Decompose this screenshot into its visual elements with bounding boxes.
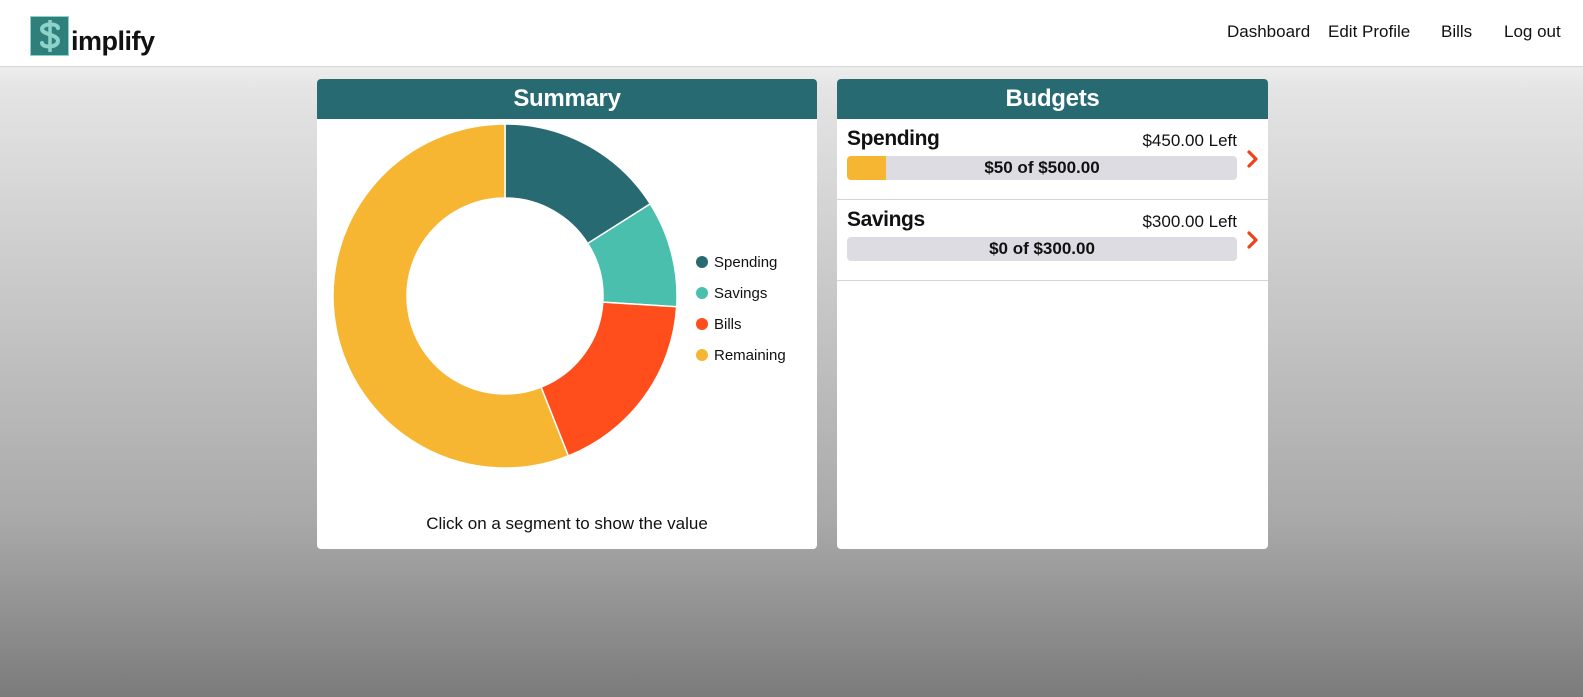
summary-title: Summary xyxy=(317,79,817,119)
legend-label: Remaining xyxy=(714,347,786,364)
nav-dashboard-link[interactable]: Dashboard xyxy=(1227,22,1310,42)
summary-card: Summary Spending Savings Bills Remaining Cl… xyxy=(317,79,817,549)
nav-links: Dashboard Edit Profile Bills Log out xyxy=(0,22,1583,46)
donut-segment-bills[interactable] xyxy=(540,301,678,457)
nav-edit-profile-link[interactable]: Edit Profile xyxy=(1328,22,1410,42)
budget-left-amount: $300.00 Left xyxy=(1142,212,1237,231)
budget-left-amount: $450.00 Left xyxy=(1142,131,1237,150)
chevron-right-icon[interactable] xyxy=(1246,149,1260,169)
budgets-title: Budgets xyxy=(837,79,1268,119)
chart-caption: Click on a segment to show the value xyxy=(426,514,708,533)
legend-label: Savings xyxy=(714,285,767,302)
nav-logout-link[interactable]: Log out xyxy=(1504,22,1561,42)
legend-marker xyxy=(696,318,708,330)
legend-item-remaining[interactable]: Remaining xyxy=(696,347,786,364)
legend-marker xyxy=(696,287,708,299)
navbar: implify Dashboard Edit Profile Bills Log… xyxy=(0,0,1583,67)
legend-label: Bills xyxy=(714,316,742,333)
summary-donut-chart: Spending Savings Bills Remaining xyxy=(332,123,786,469)
budget-name: Savings xyxy=(847,208,925,231)
budget-progress-bar: $50 of $500.00 xyxy=(847,156,1237,180)
legend-label: Spending xyxy=(714,254,777,271)
budget-name: Spending xyxy=(847,127,940,150)
legend-marker xyxy=(696,349,708,361)
legend-item-savings[interactable]: Savings xyxy=(696,285,767,302)
legend-item-bills[interactable]: Bills xyxy=(696,316,742,333)
budget-item-spending[interactable]: Spending $450.00 Left $50 of $500.00 xyxy=(837,119,1268,200)
budget-progress-label: $0 of $300.00 xyxy=(989,239,1095,258)
budgets-card: Budgets Spending $450.00 Left $50 of $50… xyxy=(837,79,1268,549)
chevron-right-icon[interactable] xyxy=(1246,230,1260,250)
budget-item-savings[interactable]: Savings $300.00 Left $0 of $300.00 xyxy=(837,200,1268,281)
budget-progress-bar: $0 of $300.00 xyxy=(847,237,1237,261)
budget-progress-label: $50 of $500.00 xyxy=(984,158,1100,177)
legend-item-spending[interactable]: Spending xyxy=(696,254,777,271)
legend-marker xyxy=(696,256,708,268)
nav-bills-link[interactable]: Bills xyxy=(1441,22,1472,42)
